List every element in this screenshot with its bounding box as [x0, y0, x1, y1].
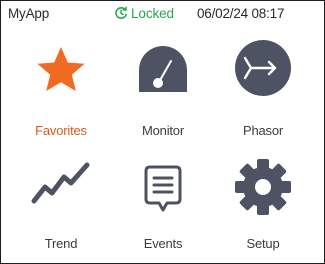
tile-setup-label: Setup	[246, 236, 280, 251]
trend-icon	[31, 162, 90, 204]
app-name: MyApp	[8, 6, 50, 21]
tile-events[interactable]: Events	[115, 141, 211, 251]
phasor-icon	[235, 40, 291, 96]
lock-cycle-icon	[115, 6, 127, 19]
lock-status: Locked	[114, 4, 174, 22]
tile-monitor[interactable]: Monitor	[115, 27, 211, 138]
status-bar: MyApp Locked 06/02/24 08:17	[1, 1, 324, 25]
tile-trend-label: Trend	[44, 236, 78, 251]
events-icon	[144, 165, 182, 212]
app-window: MyApp Locked 06/02/24 08:17 Favorites Mo…	[0, 0, 325, 264]
tile-favorites[interactable]: Favorites	[13, 27, 109, 138]
tile-phasor[interactable]: Phasor	[215, 27, 311, 138]
tile-trend[interactable]: Trend	[13, 141, 109, 251]
datetime: 06/02/24 08:17	[197, 6, 285, 21]
tile-events-label: Events	[143, 236, 183, 251]
tile-favorites-label: Favorites	[35, 123, 87, 138]
tile-setup[interactable]: Setup	[215, 141, 311, 251]
gear-icon	[235, 159, 291, 215]
tile-phasor-label: Phasor	[243, 123, 283, 138]
star-icon	[37, 47, 85, 91]
lock-status-label: Locked	[131, 5, 174, 21]
tile-monitor-label: Monitor	[142, 123, 184, 138]
gauge-icon	[139, 46, 187, 92]
